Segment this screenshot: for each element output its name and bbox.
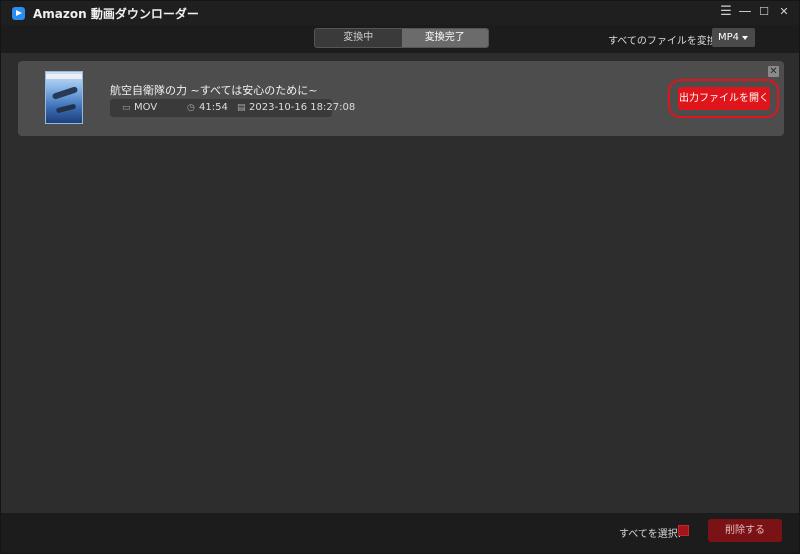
video-duration: 41:54 (199, 102, 228, 113)
minimize-icon[interactable]: — (737, 4, 753, 20)
status-tabs: 変換中 変換完了 (314, 28, 489, 48)
output-format-select[interactable]: MP4 (712, 28, 755, 47)
list-item: ✕ 航空自衛隊の力 ~すべては安心のために~ ▭ MOV ◷ 41:54 ▤ 2… (18, 61, 784, 136)
footer-bar: すべてを選択: 削除する (1, 513, 799, 553)
calendar-icon: ▤ (237, 103, 246, 113)
app-play-icon (12, 7, 25, 20)
delete-button[interactable]: 削除する (708, 519, 782, 542)
app-window: Amazon 動画ダウンローダー ☰ — ☐ ✕ 変換中 変換完了 すべてのファ… (0, 0, 800, 554)
output-format-value: MP4 (718, 32, 740, 43)
open-output-file-button[interactable]: 出力ファイルを開く (678, 87, 770, 110)
video-title: 航空自衛隊の力 ~すべては安心のために~ (110, 84, 318, 97)
convert-all-label: すべてのファイルを変換: (608, 36, 721, 47)
toolbar: 変換中 変換完了 すべてのファイルを変換: MP4 (1, 25, 799, 53)
select-all-checkbox[interactable] (678, 525, 689, 536)
title-bar: Amazon 動画ダウンローダー ☰ — ☐ ✕ (1, 1, 799, 25)
tab-completed[interactable]: 変換完了 (401, 29, 488, 47)
video-format: MOV (134, 102, 158, 113)
jet-shape (51, 86, 79, 100)
menu-icon[interactable]: ☰ (718, 4, 734, 20)
video-thumbnail (45, 71, 83, 124)
close-icon[interactable]: ✕ (776, 4, 792, 20)
close-icon[interactable]: ✕ (768, 66, 779, 77)
thumbnail-band (46, 74, 82, 79)
maximize-icon[interactable]: ☐ (756, 4, 772, 20)
jet-shape (55, 103, 77, 114)
tab-converting[interactable]: 変換中 (315, 29, 402, 47)
video-datetime: 2023-10-16 18:27:08 (249, 102, 356, 113)
select-all-label: すべてを選択: (619, 529, 682, 540)
video-icon: ▭ (122, 103, 131, 113)
clock-icon: ◷ (187, 103, 195, 113)
video-meta: ▭ MOV ◷ 41:54 ▤ 2023-10-16 18:27:08 (110, 99, 355, 117)
chevron-down-icon (742, 36, 748, 40)
app-title: Amazon 動画ダウンローダー (33, 7, 199, 21)
